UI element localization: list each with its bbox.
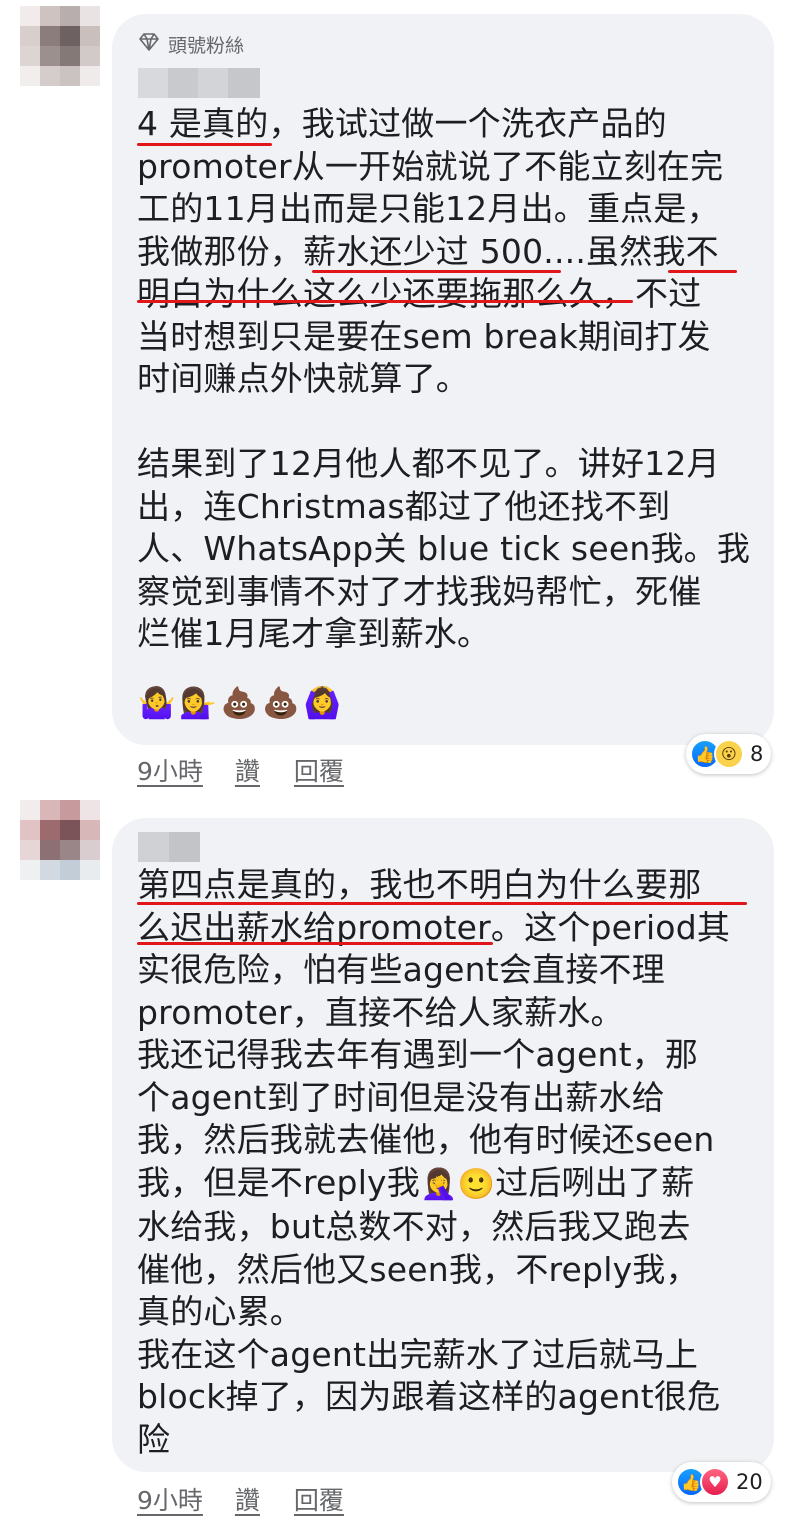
highlight-underline [137, 300, 633, 303]
diamond-icon [138, 32, 160, 57]
comment-actions: 9小時 讚 回覆 [137, 752, 344, 788]
avatar[interactable] [20, 6, 100, 86]
highlight-underline [668, 270, 737, 273]
shrug-emoji: 🤷‍♀️ [138, 686, 176, 721]
ok-gesture-emoji: 🙆‍♀️ [303, 686, 341, 721]
poop-emoji: 💩 [220, 686, 259, 721]
reaction-summary[interactable]: 👍 😮 8 [686, 734, 772, 774]
avatar[interactable] [20, 800, 100, 880]
like-button[interactable]: 讚 [235, 752, 260, 788]
like-button[interactable]: 讚 [235, 1481, 260, 1517]
reaction-count: 8 [750, 742, 764, 766]
highlight-underline [137, 902, 747, 905]
emoji-row: 🤷‍♀️ 💁‍♀️ 💩 💩 🙆‍♀️ [138, 686, 341, 721]
comment-actions: 9小時 讚 回覆 [137, 1481, 344, 1517]
commenter-name-redacted[interactable] [138, 68, 260, 98]
reply-button[interactable]: 回覆 [294, 752, 344, 788]
poop-emoji: 💩 [262, 686, 300, 721]
highlight-underline [137, 143, 272, 146]
wow-reaction-icon: 😮 [714, 739, 744, 769]
commenter-name-redacted[interactable] [138, 832, 200, 862]
slight-smile-emoji: 🙂 [457, 1166, 496, 1202]
timestamp-link[interactable]: 9小時 [137, 1481, 203, 1517]
highlight-underline [312, 270, 561, 273]
reaction-summary[interactable]: 👍 ♥ 20 [672, 1462, 771, 1502]
love-reaction-icon: ♥ [700, 1467, 730, 1497]
comment-text: 第四点是真的，我也不明白为什么要那 么迟出薪水给promoter。这个perio… [137, 865, 731, 1459]
reaction-count: 20 [736, 1470, 763, 1494]
timestamp-link[interactable]: 9小時 [137, 752, 203, 788]
top-fan-badge: 頭號粉絲 [138, 31, 244, 58]
facepalm-emoji: 🤦‍♀️ [420, 1166, 458, 1202]
comment-text: 4 是真的，我试过做一个洗衣产品的 promoter从一开始就说了不能立刻在完 … [137, 104, 751, 653]
highlight-underline [137, 942, 493, 945]
reply-button[interactable]: 回覆 [294, 1481, 344, 1517]
badge-label: 頭號粉絲 [168, 35, 245, 57]
tipping-hand-emoji: 💁‍♀️ [179, 686, 217, 721]
